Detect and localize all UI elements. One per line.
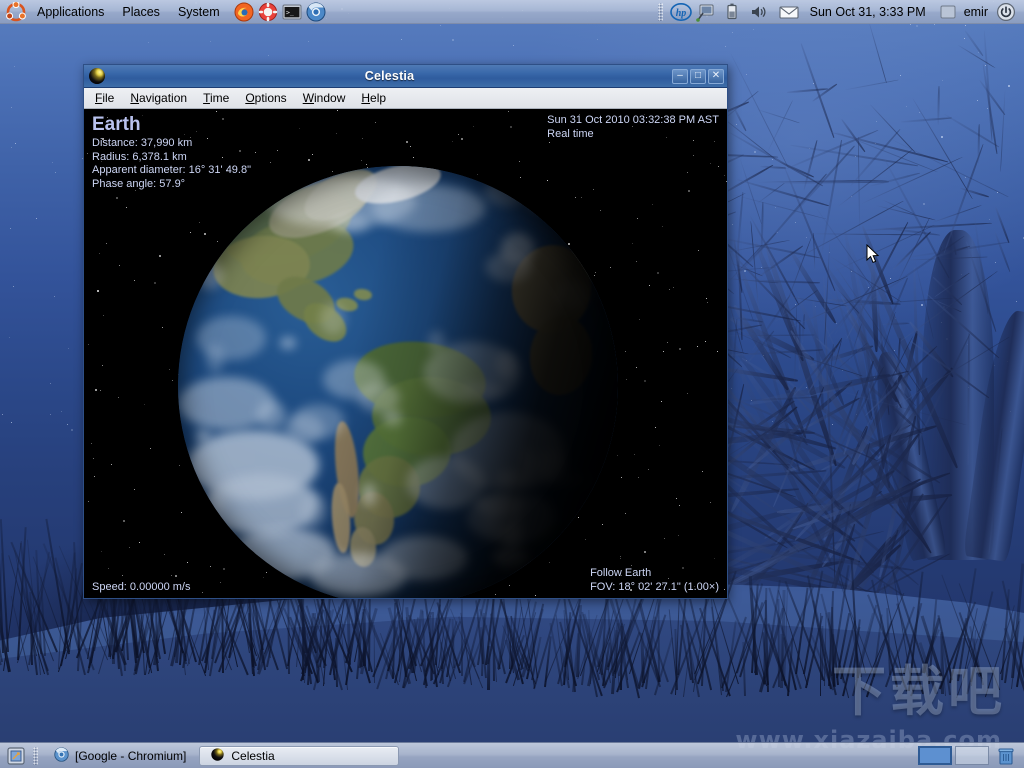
time-mode-label: Real time <box>547 128 719 142</box>
earth-limb-shading <box>178 166 618 598</box>
minimize-button[interactable]: – <box>672 69 688 84</box>
menu-time-rest: ime <box>210 91 229 105</box>
mail-icon[interactable] <box>778 2 798 22</box>
menu-window-rest: indow <box>314 91 345 105</box>
bottom-panel: [Google - Chromium] <box>0 742 1024 768</box>
places-menu[interactable]: Places <box>114 1 168 23</box>
object-name-label: Earth <box>92 114 141 136</box>
celestia-menubar: File Navigation Time Options Window Help <box>84 88 727 109</box>
celestia-titlebar[interactable]: Celestia – □ ✕ <box>84 65 727 88</box>
menu-file[interactable]: File <box>87 89 122 108</box>
svg-text:>_: >_ <box>286 8 294 16</box>
username-label[interactable]: emir <box>962 5 992 19</box>
menu-time-mnemonic: T <box>203 91 210 105</box>
menu-help[interactable]: Help <box>353 89 394 108</box>
system-menu[interactable]: System <box>170 1 228 23</box>
workspace-1[interactable] <box>918 746 952 765</box>
distro-logo-icon[interactable] <box>6 2 26 22</box>
menu-options[interactable]: Options <box>237 89 294 108</box>
terminal-icon[interactable]: >_ <box>282 2 302 22</box>
menu-help-rest: elp <box>370 91 386 105</box>
top-panel-right: hp <box>655 2 1024 22</box>
show-desktop-icon[interactable] <box>6 746 26 766</box>
menu-help-mnemonic: H <box>361 91 370 105</box>
workspace-switcher[interactable] <box>918 746 1020 766</box>
distance-label: Distance: 37,990 km <box>92 137 251 151</box>
menu-options-mnemonic: O <box>245 91 254 105</box>
clock[interactable]: Sun Oct 31, 3:33 PM <box>802 5 934 19</box>
celestia-planet-icon <box>210 747 225 765</box>
trash-icon[interactable] <box>996 746 1016 766</box>
help-icon[interactable] <box>258 2 278 22</box>
follow-mode-label: Follow Earth <box>590 567 719 581</box>
svg-text:hp: hp <box>675 8 686 19</box>
menu-options-rest: ptions <box>255 91 287 105</box>
view-status: Follow Earth FOV: 18° 02' 27.1" (1.00×) <box>590 567 719 594</box>
firefox-icon[interactable] <box>234 2 254 22</box>
workspace-2[interactable] <box>955 746 989 765</box>
wallpaper-tree <box>694 0 1024 560</box>
network-icon[interactable] <box>696 2 716 22</box>
celestia-3d-viewport[interactable]: Earth Distance: 37,990 km Radius: 6,378.… <box>84 109 727 598</box>
simulation-time: Sun 31 Oct 2010 03:32:38 PM AST Real tim… <box>547 114 719 141</box>
earth-globe <box>178 166 618 598</box>
menu-window[interactable]: Window <box>295 89 354 108</box>
close-button[interactable]: ✕ <box>708 69 724 84</box>
user-avatar[interactable] <box>938 2 958 22</box>
window-title: Celestia <box>109 69 670 83</box>
datetime-label: Sun 31 Oct 2010 03:32:38 PM AST <box>547 114 719 128</box>
object-properties: Distance: 37,990 km Radius: 6,378.1 km A… <box>92 137 251 191</box>
menu-window-mnemonic: W <box>303 91 314 105</box>
maximize-button[interactable]: □ <box>690 69 706 84</box>
menu-navigation[interactable]: Navigation <box>122 89 195 108</box>
desktop-screen: 下载吧 www.xiazaiba.com Applications Places… <box>0 0 1024 768</box>
radius-label: Radius: 6,378.1 km <box>92 151 251 165</box>
panel-grip[interactable] <box>658 3 663 21</box>
battery-icon[interactable] <box>722 2 742 22</box>
menu-navigation-rest: avigation <box>139 91 187 105</box>
task-celestia[interactable]: Celestia <box>199 746 399 766</box>
fov-label: FOV: 18° 02' 27.1" (1.00×) <box>590 581 719 595</box>
menu-file-rest: ile <box>102 91 114 105</box>
apparent-diameter-label: Apparent diameter: 16° 31' 49.8" <box>92 164 251 178</box>
task-chromium[interactable]: [Google - Chromium] <box>43 746 197 766</box>
hp-icon[interactable]: hp <box>670 2 690 22</box>
celestia-window[interactable]: Celestia – □ ✕ File Navigation Time Opti… <box>83 64 728 599</box>
chromium-icon[interactable] <box>306 2 326 22</box>
celestia-planet-icon <box>89 68 105 84</box>
top-panel-left: Applications Places System <box>0 1 328 23</box>
taskbar-grip[interactable] <box>33 747 38 765</box>
menu-navigation-mnemonic: N <box>130 91 139 105</box>
speed-label: Speed: 0.00000 m/s <box>92 581 190 595</box>
volume-icon[interactable] <box>748 2 768 22</box>
task-chromium-label: [Google - Chromium] <box>75 749 186 763</box>
applications-menu[interactable]: Applications <box>29 1 112 23</box>
menu-time[interactable]: Time <box>195 89 237 108</box>
phase-angle-label: Phase angle: 57.9° <box>92 178 251 192</box>
chromium-icon <box>54 747 69 765</box>
task-celestia-label: Celestia <box>231 749 274 763</box>
power-icon[interactable] <box>996 2 1016 22</box>
top-panel: Applications Places System <box>0 0 1024 24</box>
